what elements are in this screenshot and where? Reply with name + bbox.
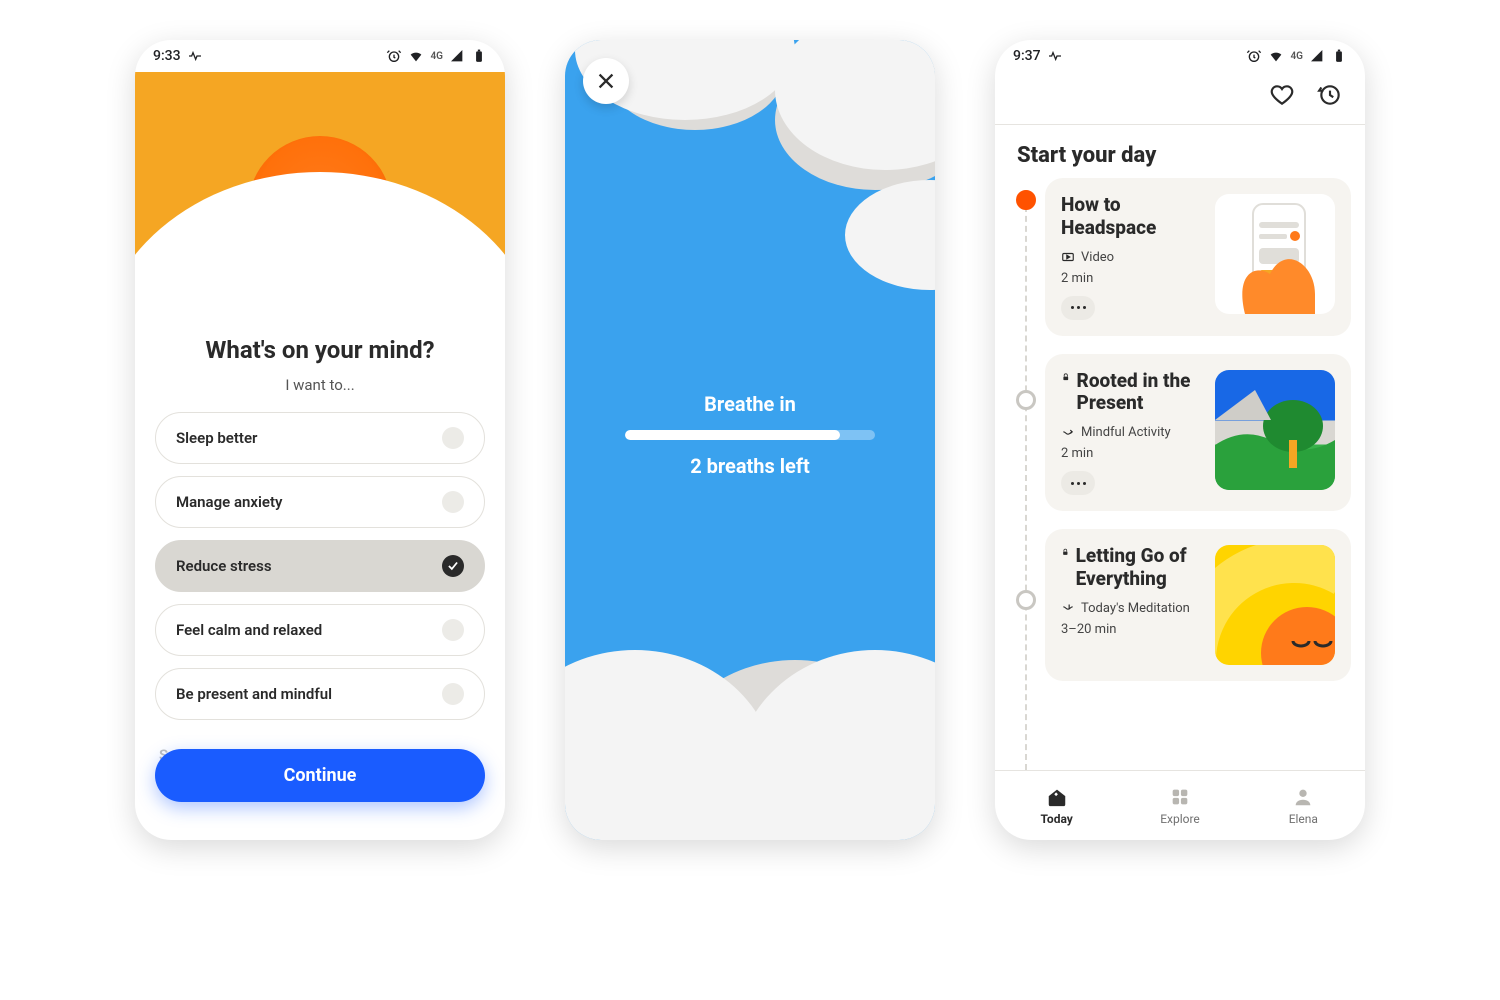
onboarding-subtitle: I want to...: [155, 376, 485, 394]
option-feel-calm[interactable]: Feel calm and relaxed: [155, 604, 485, 656]
tab-profile[interactable]: Elena: [1242, 771, 1365, 840]
option-label: Manage anxiety: [176, 493, 282, 511]
video-icon: [1061, 250, 1075, 264]
breathe-progress-fill: [625, 430, 840, 440]
radio-icon: [442, 619, 464, 641]
card-title: How to Headspace: [1061, 194, 1203, 240]
timeline-node: [1016, 390, 1036, 410]
onboarding-title: What's on your mind?: [155, 336, 485, 364]
grid-icon: [1169, 786, 1191, 808]
status-time: 9:37: [1013, 48, 1041, 64]
network-label: 4G: [1290, 51, 1303, 62]
card-type: Mindful Activity: [1081, 425, 1171, 440]
today-screen: 9:37 4G Start your day How to: [995, 40, 1365, 840]
status-bar: 9:37 4G: [995, 40, 1365, 72]
option-label: Sleep better: [176, 429, 257, 447]
close-button[interactable]: [583, 58, 629, 104]
card-duration: 3–20 min: [1061, 622, 1203, 637]
status-time: 9:33: [153, 48, 181, 64]
timeline-track: [1025, 196, 1027, 770]
option-manage-anxiety[interactable]: Manage anxiety: [155, 476, 485, 528]
card-thumbnail: [1215, 194, 1335, 314]
card-title: Rooted in the Present: [1077, 370, 1203, 416]
option-label: Reduce stress: [176, 557, 272, 575]
radio-icon: [442, 683, 464, 705]
lock-icon: [1061, 370, 1071, 384]
heart-rate-icon: [187, 48, 203, 64]
battery-icon: [471, 48, 487, 64]
today-card-letting-go[interactable]: Letting Go of Everything Today's Meditat…: [1045, 529, 1351, 681]
option-reduce-stress[interactable]: Reduce stress: [155, 540, 485, 592]
alarm-icon: [1246, 48, 1262, 64]
tab-label: Elena: [1289, 812, 1318, 826]
today-heading: Start your day: [995, 125, 1365, 178]
home-icon: [1046, 786, 1068, 808]
hero-illustration: [135, 72, 505, 332]
more-button[interactable]: [1061, 471, 1095, 495]
tab-label: Today: [1041, 812, 1073, 826]
breaths-remaining: 2 breaths left: [565, 454, 935, 478]
signal-icon: [449, 48, 465, 64]
breathe-progress: [625, 430, 875, 440]
network-label: 4G: [430, 51, 443, 62]
heart-icon: [1269, 82, 1295, 108]
card-title: Letting Go of Everything: [1076, 545, 1203, 591]
breathe-instruction: Breathe in: [565, 392, 935, 416]
continue-button[interactable]: Continue: [155, 749, 485, 802]
option-sleep-better[interactable]: Sleep better: [155, 412, 485, 464]
radio-icon: [442, 427, 464, 449]
tab-explore[interactable]: Explore: [1118, 771, 1241, 840]
card-duration: 2 min: [1061, 271, 1203, 286]
alarm-icon: [386, 48, 402, 64]
lock-icon: [1061, 545, 1070, 559]
signal-icon: [1309, 48, 1325, 64]
radio-icon: [442, 491, 464, 513]
option-label: Feel calm and relaxed: [176, 621, 322, 639]
wifi-icon: [1268, 48, 1284, 64]
option-label: Be present and mindful: [176, 685, 332, 703]
battery-icon: [1331, 48, 1347, 64]
card-type: Video: [1081, 250, 1114, 265]
more-button[interactable]: [1061, 296, 1095, 320]
timeline-node: [1016, 190, 1036, 210]
close-icon: [595, 70, 617, 92]
option-be-present[interactable]: Be present and mindful: [155, 668, 485, 720]
heart-rate-icon: [1047, 48, 1063, 64]
activity-icon: [1061, 426, 1075, 440]
timeline-node: [1016, 590, 1036, 610]
onboarding-screen: 9:33 4G What's on your mind? I want to..…: [135, 40, 505, 840]
favorites-button[interactable]: [1269, 82, 1295, 112]
today-card-how-to-headspace[interactable]: How to Headspace Video 2 min: [1045, 178, 1351, 336]
wifi-icon: [408, 48, 424, 64]
history-button[interactable]: [1317, 82, 1343, 112]
check-icon: [442, 555, 464, 577]
history-icon: [1317, 82, 1343, 108]
card-thumbnail: [1215, 370, 1335, 490]
status-bar: 9:33 4G: [135, 40, 505, 72]
meditation-icon: [1061, 601, 1075, 615]
user-icon: [1292, 786, 1314, 808]
tab-bar: Today Explore Elena: [995, 770, 1365, 840]
tab-today[interactable]: Today: [995, 771, 1118, 840]
tab-label: Explore: [1160, 812, 1200, 826]
card-type: Today's Meditation: [1081, 601, 1190, 616]
today-card-rooted-in-present[interactable]: Rooted in the Present Mindful Activity 2…: [1045, 354, 1351, 512]
breathe-screen: Breathe in 2 breaths left: [565, 40, 935, 840]
card-duration: 2 min: [1061, 446, 1203, 461]
card-thumbnail: [1215, 545, 1335, 665]
